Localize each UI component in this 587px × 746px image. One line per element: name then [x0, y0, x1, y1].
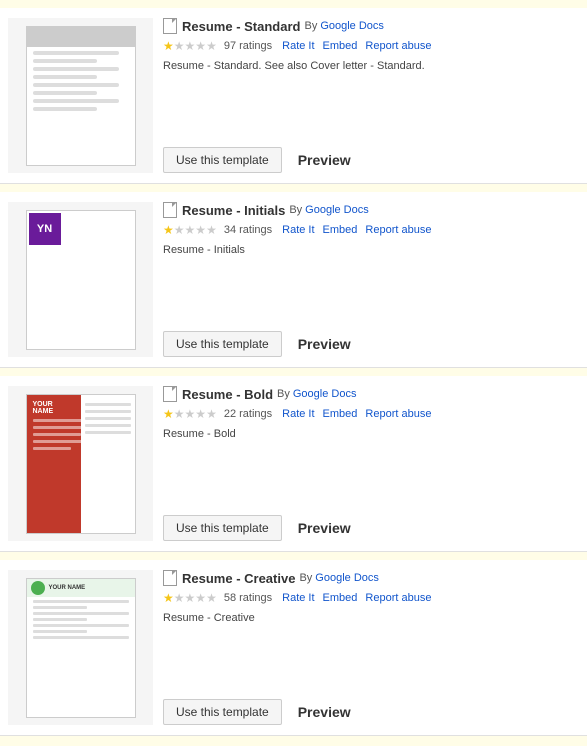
rate-it-link-standard[interactable]: Rate It: [282, 40, 314, 52]
use-template-btn-bold[interactable]: Use this template: [163, 515, 282, 541]
rating-row-bold: ★★★★★ 22 ratings Rate It Embed Report ab…: [163, 407, 579, 421]
description-standard: Resume - Standard. See also Cover letter…: [163, 60, 579, 72]
ratings-count-creative: 58 ratings: [224, 592, 272, 604]
template-title-initials: Resume - Initials: [182, 203, 285, 218]
embed-link-bold[interactable]: Embed: [323, 408, 358, 420]
rating-row-standard: ★★★★★ 97 ratings Rate It Embed Report ab…: [163, 39, 579, 53]
title-row-initials: Resume - Initials By Google Docs: [163, 202, 579, 218]
thumbnail-area-bold: YOURNAME: [8, 386, 153, 541]
bottom-buttons-standard: Use this template Preview: [163, 147, 579, 173]
star-rating: ★★★★★: [163, 591, 217, 605]
embed-link-standard[interactable]: Embed: [323, 40, 358, 52]
report-abuse-link-creative[interactable]: Report abuse: [365, 592, 431, 604]
description-initials: Resume - Initials: [163, 244, 579, 256]
ratings-count-bold: 22 ratings: [224, 408, 272, 420]
report-abuse-link-standard[interactable]: Report abuse: [365, 40, 431, 52]
preview-link-creative[interactable]: Preview: [298, 704, 351, 720]
info-area-standard: Resume - Standard By Google Docs ★★★★★ 9…: [163, 18, 579, 173]
template-item-bold: YOURNAME Resume - Bold By Google Docs ★★…: [0, 376, 587, 552]
star-rating: ★★★★★: [163, 223, 217, 237]
use-template-btn-creative[interactable]: Use this template: [163, 699, 282, 725]
author-link-bold[interactable]: Google Docs: [293, 388, 357, 400]
bottom-buttons-initials: Use this template Preview: [163, 331, 579, 357]
thumbnail-creative: YOUR NAME: [26, 578, 136, 718]
rating-row-creative: ★★★★★ 58 ratings Rate It Embed Report ab…: [163, 591, 579, 605]
title-row-bold: Resume - Bold By Google Docs: [163, 386, 579, 402]
star-rating: ★★★★★: [163, 407, 217, 421]
template-item-creative: YOUR NAME Resume - Creative By Google Do…: [0, 560, 587, 736]
star-rating: ★★★★★: [163, 39, 217, 53]
embed-link-creative[interactable]: Embed: [323, 592, 358, 604]
thumbnail-initials: YN: [26, 210, 136, 350]
thumbnail-standard: [26, 26, 136, 166]
template-item-standard: Resume - Standard By Google Docs ★★★★★ 9…: [0, 8, 587, 184]
template-list: Resume - Standard By Google Docs ★★★★★ 9…: [0, 0, 587, 746]
title-row-creative: Resume - Creative By Google Docs: [163, 570, 579, 586]
by-label-creative: By: [299, 572, 312, 584]
preview-link-bold[interactable]: Preview: [298, 520, 351, 536]
report-abuse-link-initials[interactable]: Report abuse: [365, 224, 431, 236]
bottom-buttons-creative: Use this template Preview: [163, 699, 579, 725]
embed-link-initials[interactable]: Embed: [323, 224, 358, 236]
template-title-standard: Resume - Standard: [182, 19, 300, 34]
author-link-initials[interactable]: Google Docs: [305, 204, 369, 216]
doc-icon-bold: [163, 386, 177, 402]
by-label-standard: By: [304, 20, 317, 32]
author-link-standard[interactable]: Google Docs: [320, 20, 384, 32]
bottom-buttons-bold: Use this template Preview: [163, 515, 579, 541]
template-item-initials: YN Resume - Initials By Google Docs ★★★★…: [0, 192, 587, 368]
use-template-btn-standard[interactable]: Use this template: [163, 147, 282, 173]
template-title-creative: Resume - Creative: [182, 571, 295, 586]
preview-link-standard[interactable]: Preview: [298, 152, 351, 168]
rate-it-link-creative[interactable]: Rate It: [282, 592, 314, 604]
yn-badge: YN: [29, 213, 61, 245]
thumbnail-area-creative: YOUR NAME: [8, 570, 153, 725]
report-abuse-link-bold[interactable]: Report abuse: [365, 408, 431, 420]
preview-link-initials[interactable]: Preview: [298, 336, 351, 352]
use-template-btn-initials[interactable]: Use this template: [163, 331, 282, 357]
rate-it-link-bold[interactable]: Rate It: [282, 408, 314, 420]
thumbnail-area-standard: [8, 18, 153, 173]
template-title-bold: Resume - Bold: [182, 387, 273, 402]
thumbnail-area-initials: YN: [8, 202, 153, 357]
rate-it-link-initials[interactable]: Rate It: [282, 224, 314, 236]
description-bold: Resume - Bold: [163, 428, 579, 440]
thumbnail-bold: YOURNAME: [26, 394, 136, 534]
info-area-initials: Resume - Initials By Google Docs ★★★★★ 3…: [163, 202, 579, 357]
doc-icon-initials: [163, 202, 177, 218]
info-area-creative: Resume - Creative By Google Docs ★★★★★ 5…: [163, 570, 579, 725]
by-label-bold: By: [277, 388, 290, 400]
ratings-count-initials: 34 ratings: [224, 224, 272, 236]
doc-icon-standard: [163, 18, 177, 34]
rating-row-initials: ★★★★★ 34 ratings Rate It Embed Report ab…: [163, 223, 579, 237]
info-area-bold: Resume - Bold By Google Docs ★★★★★ 22 ra…: [163, 386, 579, 541]
title-row-standard: Resume - Standard By Google Docs: [163, 18, 579, 34]
doc-icon-creative: [163, 570, 177, 586]
description-creative: Resume - Creative: [163, 612, 579, 624]
by-label-initials: By: [289, 204, 302, 216]
ratings-count-standard: 97 ratings: [224, 40, 272, 52]
author-link-creative[interactable]: Google Docs: [315, 572, 379, 584]
